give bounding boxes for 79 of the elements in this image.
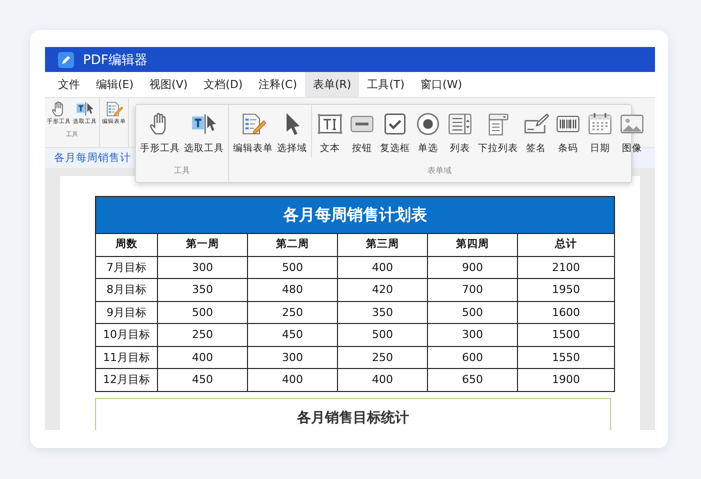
table-cell-text: 1550 (551, 350, 581, 366)
column-header: 第三周 (338, 234, 428, 256)
table-cell: 450 (158, 369, 248, 390)
form-tool-button[interactable]: 选取工具 (182, 111, 226, 157)
table-cell: 10月目标 (96, 324, 158, 346)
table-cell-text: 1950 (551, 282, 581, 298)
table-cell: 300 (248, 346, 338, 368)
form-tool-button[interactable]: 列表 (444, 111, 476, 157)
menu-item[interactable]: 表单(R) (304, 72, 360, 97)
table-cell: 500 (338, 324, 428, 346)
document-tab[interactable]: 各月每周销售计 (45, 151, 131, 165)
column-header: 总计 (554, 237, 578, 252)
table-cell: 400 (338, 369, 428, 390)
table-cell-text: 1600 (551, 304, 581, 320)
text-field-icon (317, 111, 343, 137)
table-cell: 500 (428, 302, 518, 323)
form-tool-button[interactable]: 复选框 (378, 111, 412, 157)
table-cell: 12月目标 (96, 369, 158, 390)
menu-item[interactable]: 视图(V) (142, 72, 196, 97)
table-cell: 300 (158, 256, 248, 278)
column-header: 周数 (96, 234, 158, 256)
list-box-icon (447, 111, 473, 137)
table-cell: 500 (158, 302, 248, 323)
table-cell: 600 (428, 346, 518, 368)
menu-item[interactable]: 工具(T) (359, 72, 413, 97)
menu-item[interactable]: 注释(C) (250, 72, 305, 97)
menu-item[interactable]: 窗口(W) (412, 72, 470, 97)
table-cell: 250 (158, 324, 248, 346)
table-cell: 7月目标 (96, 256, 158, 278)
form-tool-button[interactable]: 按钮 (346, 111, 378, 157)
menu-item[interactable]: 文件 (50, 72, 88, 97)
table-cell: 400 (338, 256, 428, 278)
group-label: 工具 (174, 165, 190, 176)
table-cell: 350 (158, 279, 248, 300)
table-cell: 480 (248, 279, 338, 300)
table-title: 各月销售目标统计 (297, 408, 409, 426)
table-cell: 350 (338, 302, 428, 323)
table-cell: 400 (158, 346, 248, 368)
form-edit-icon (105, 100, 123, 118)
table-cell-text: 2100 (551, 260, 581, 276)
form-tool-button[interactable]: 编辑表单 (231, 111, 275, 157)
table-cell: 650 (428, 369, 518, 390)
checkbox-icon (382, 111, 408, 137)
column-header: 第四周 (428, 234, 518, 256)
form-tool-button[interactable]: 签名 (520, 111, 552, 157)
menu-item[interactable]: 编辑(E) (88, 72, 142, 97)
form-tool-button[interactable]: 文本 (314, 111, 346, 157)
form-tool-button[interactable]: 手形工具 (138, 111, 182, 157)
form-tool-button[interactable]: 条码 (552, 111, 584, 157)
text-select-icon (76, 100, 94, 118)
form-tool-button[interactable]: 单选 (412, 111, 444, 157)
table-cell: 9月目标 (96, 302, 158, 323)
table-cell: 900 (428, 256, 518, 278)
table-cell: 300 (428, 324, 518, 346)
group-label: 表单域 (428, 165, 452, 176)
column-header: 第二周 (248, 234, 338, 256)
table-cell: 11月目标 (96, 346, 158, 368)
table-cell-text: 1900 (551, 372, 581, 388)
form-tool-button[interactable]: 图像 (616, 111, 648, 157)
form-tool-button[interactable]: 下拉列表 (476, 111, 520, 157)
table-cell: 400 (248, 369, 338, 390)
column-header: 第一周 (158, 234, 248, 256)
table-cell: 700 (428, 279, 518, 300)
table-cell: 450 (248, 324, 338, 346)
calendar-icon (587, 111, 613, 137)
radio-icon (415, 111, 441, 137)
form-tool-button[interactable]: 选择域 (275, 111, 309, 157)
table-cell: 500 (248, 256, 338, 278)
table-cell: 420 (338, 279, 428, 300)
pen-logo-icon (58, 52, 74, 68)
table-title: 各月每周销售计划表 (96, 197, 614, 234)
window-title: PDF编辑器 (83, 52, 148, 68)
table-cell: 8月目标 (96, 279, 158, 300)
menu-item[interactable]: 文档(D) (196, 72, 251, 97)
table-cell-text: 1500 (551, 327, 581, 343)
table-cell: 250 (248, 302, 338, 323)
table-cell: 250 (338, 346, 428, 368)
form-tool-button[interactable]: 日期 (584, 111, 616, 157)
form-edit-icon (240, 111, 266, 137)
